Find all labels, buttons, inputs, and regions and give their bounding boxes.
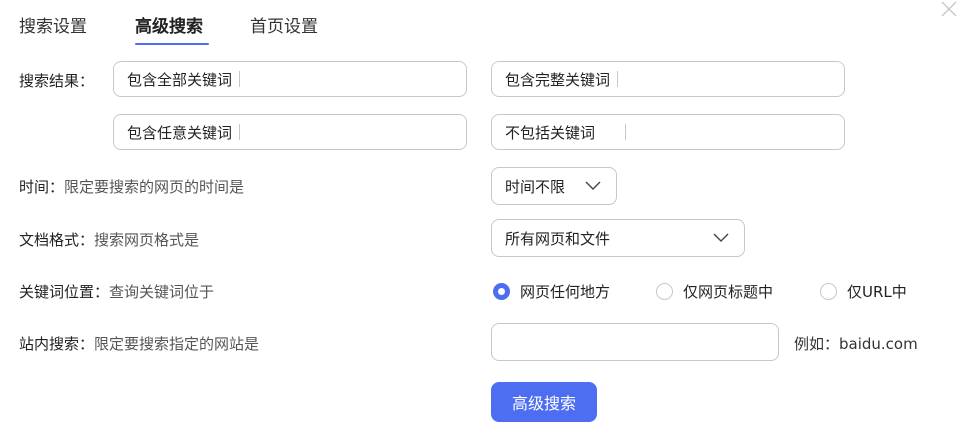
keyword-position-label: 关键词位置： [19,283,110,301]
doc-format-row-label: 文档格式：搜索网页格式是 [19,229,199,250]
doc-format-desc: 搜索网页格式是 [94,231,200,249]
site-search-row-label: 站内搜索：限定要搜索指定的网站是 [19,333,259,354]
doc-format-select[interactable]: 所有网页和文件 [491,219,745,257]
time-select[interactable]: 时间不限 [491,167,617,205]
radio-checked-icon [493,283,510,300]
tab-advanced-search[interactable]: 高级搜索 [135,12,203,37]
chevron-down-icon [585,181,601,190]
text-cursor [625,124,627,140]
text-cursor [239,71,241,87]
chevron-down-icon [713,233,729,242]
site-search-label: 站内搜索： [19,335,95,353]
time-row-label: 时间：限定要搜索的网页的时间是 [19,176,244,197]
exclude-keywords-label: 不包括关键词 [505,123,596,142]
tab-search-settings[interactable]: 搜索设置 [19,12,87,37]
site-search-desc: 限定要搜索指定的网站是 [94,335,260,353]
radio-url-only[interactable]: 仅URL中 [820,281,907,302]
radio-url-only-label: 仅URL中 [847,283,907,301]
radio-anywhere-label: 网页任何地方 [520,283,611,301]
any-keywords-label: 包含任意关键词 [127,123,233,142]
time-select-value: 时间不限 [505,177,566,196]
any-keywords-input[interactable]: 包含任意关键词 [113,114,467,150]
radio-unchecked-icon [820,283,837,300]
all-keywords-input[interactable]: 包含全部关键词 [113,61,467,97]
radio-title-only-label: 仅网页标题中 [683,283,774,301]
radio-anywhere[interactable]: 网页任何地方 [493,281,610,302]
search-result-label: 搜索结果： [19,72,95,90]
tab-homepage-settings[interactable]: 首页设置 [250,12,318,37]
exact-phrase-label: 包含完整关键词 [505,70,611,89]
text-cursor [239,124,241,140]
radio-unchecked-icon [656,283,673,300]
exclude-keywords-input[interactable]: 不包括关键词 [491,114,845,150]
keyword-position-row-label: 关键词位置：查询关键词位于 [19,281,214,302]
site-example-text: 例如：baidu.com [794,335,918,353]
time-desc: 限定要搜索的网页的时间是 [64,178,245,196]
doc-format-label: 文档格式： [19,231,95,249]
doc-format-select-value: 所有网页和文件 [505,229,611,248]
advanced-search-button[interactable]: 高级搜索 [491,382,597,422]
time-label: 时间： [19,178,65,196]
site-search-input[interactable] [491,323,779,361]
close-icon[interactable] [938,0,960,22]
active-tab-indicator [135,43,209,45]
text-cursor [617,71,619,87]
exact-phrase-input[interactable]: 包含完整关键词 [491,61,845,97]
radio-title-only[interactable]: 仅网页标题中 [656,281,773,302]
keyword-position-desc: 查询关键词位于 [109,283,215,301]
all-keywords-label: 包含全部关键词 [127,70,233,89]
